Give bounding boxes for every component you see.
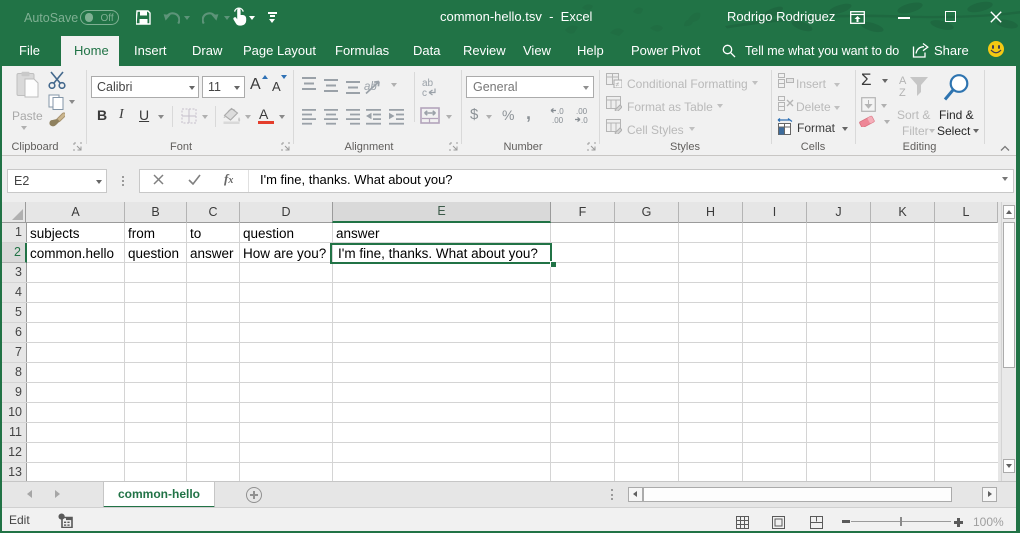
svg-text:A: A (899, 75, 907, 87)
svg-text:.0: .0 (581, 116, 588, 125)
svg-text:.00: .00 (576, 107, 588, 116)
svg-text:c: c (422, 88, 427, 99)
svg-text:Z: Z (899, 87, 906, 98)
svg-text:≠: ≠ (616, 82, 620, 89)
svg-text:.00: .00 (552, 116, 564, 125)
svg-text:.0: .0 (557, 107, 564, 116)
